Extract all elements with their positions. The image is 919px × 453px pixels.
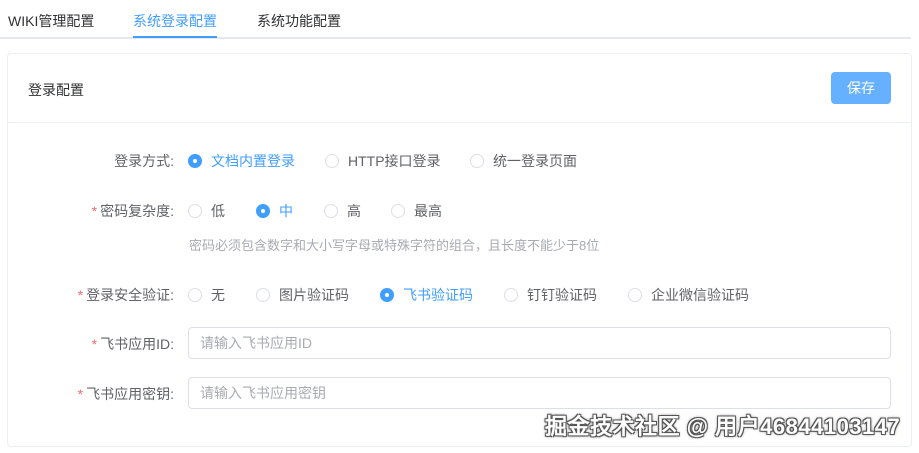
password-complexity-label: * 密码复杂度:	[91, 203, 174, 219]
radio-complexity-high[interactable]: 高	[324, 201, 361, 221]
radio-builtin-login[interactable]: 文档内置登录	[188, 151, 295, 171]
radio-http-login[interactable]: HTTP接口登录	[325, 151, 441, 171]
feishu-app-id-input[interactable]	[188, 327, 891, 359]
tab-wiki-config[interactable]: WIKI管理配置	[8, 11, 94, 31]
login-verification-row: * 登录安全验证: 无 图片验证码 飞书验证码 钉钉验证码 企业微信验证码	[8, 283, 911, 305]
feishu-app-id-label: * 飞书应用ID:	[91, 336, 174, 352]
radio-verify-image[interactable]: 图片验证码	[256, 285, 349, 305]
radio-circle	[325, 154, 339, 168]
radio-circle	[324, 204, 338, 218]
radio-circle	[380, 288, 394, 302]
login-method-label: 登录方式:	[114, 153, 174, 169]
radio-circle	[504, 288, 518, 302]
radio-circle	[188, 154, 202, 168]
password-complexity-hint: 密码必须包含数字和大小写字母或特殊字符的组合，且长度不能少于8位	[189, 238, 600, 253]
required-asterisk: *	[91, 336, 98, 352]
radio-circle	[188, 288, 202, 302]
radio-circle	[188, 204, 202, 218]
required-asterisk: *	[77, 386, 84, 402]
password-complexity-row: * 密码复杂度: 低 中 高 最高	[8, 199, 911, 221]
save-button[interactable]: 保存	[831, 72, 891, 104]
feishu-app-secret-label: * 飞书应用密钥:	[77, 386, 174, 402]
radio-circle	[470, 154, 484, 168]
watermark-text: 掘金技术社区 @ 用户46844103147	[545, 414, 901, 439]
tab-login-config[interactable]: 系统登录配置	[133, 11, 217, 31]
radio-circle	[256, 204, 270, 218]
card-header: 登录配置 保存	[8, 54, 911, 123]
radio-circle	[256, 288, 270, 302]
radio-unified-login[interactable]: 统一登录页面	[470, 151, 577, 171]
radio-circle	[628, 288, 642, 302]
required-asterisk: *	[91, 203, 98, 219]
feishu-app-secret-input[interactable]	[188, 377, 891, 409]
config-tabs: WIKI管理配置 系统登录配置 系统功能配置	[0, 0, 911, 39]
radio-complexity-medium[interactable]: 中	[256, 201, 293, 221]
active-tab-indicator	[133, 36, 217, 38]
radio-verify-feishu[interactable]: 飞书验证码	[380, 285, 473, 305]
radio-circle	[391, 204, 405, 218]
login-config-card: 登录配置 保存 登录方式: 文档内置登录 HTTP接口登录 统一登录页面 * 密码…	[7, 53, 912, 447]
feishu-app-secret-row: * 飞书应用密钥:	[8, 377, 911, 409]
radio-verify-dingtalk[interactable]: 钉钉验证码	[504, 285, 597, 305]
radio-verify-none[interactable]: 无	[188, 285, 225, 305]
card-title: 登录配置	[28, 82, 84, 98]
radio-verify-wecom[interactable]: 企业微信验证码	[628, 285, 749, 305]
login-verification-label: * 登录安全验证:	[77, 287, 174, 303]
required-asterisk: *	[77, 287, 84, 303]
radio-complexity-low[interactable]: 低	[188, 201, 225, 221]
feishu-app-id-row: * 飞书应用ID:	[8, 327, 911, 359]
login-method-row: 登录方式: 文档内置登录 HTTP接口登录 统一登录页面	[8, 149, 911, 171]
tab-feature-config[interactable]: 系统功能配置	[257, 11, 341, 31]
radio-complexity-highest[interactable]: 最高	[391, 201, 442, 221]
